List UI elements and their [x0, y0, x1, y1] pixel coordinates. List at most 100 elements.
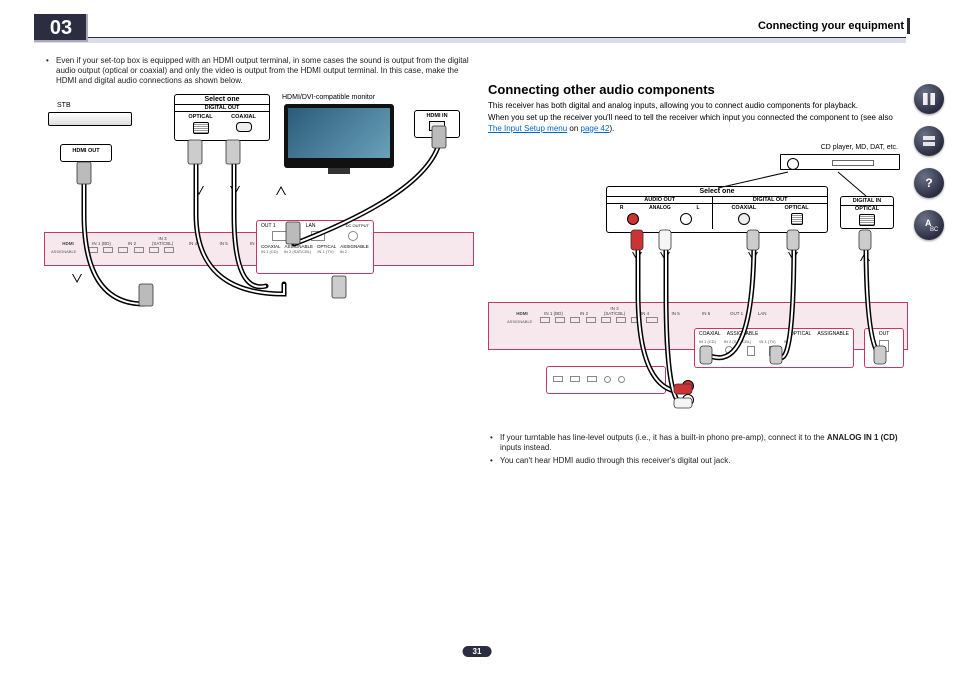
digital-in-callout: DIGITAL IN OPTICAL — [840, 196, 894, 229]
front-port-icon — [570, 376, 580, 382]
header-rule — [34, 37, 906, 43]
arrow-down-icon — [194, 186, 204, 195]
digital-out-label: DIGITAL OUT — [713, 197, 827, 204]
note-list: If your turntable has line-level outputs… — [488, 433, 908, 466]
r-label: R — [620, 205, 624, 211]
note-item: Even if your set-top box is equipped wit… — [56, 56, 474, 86]
zoom-sub-port: IN 2 — [784, 339, 791, 344]
stb-device — [48, 112, 132, 126]
section-title: Connecting your equipment — [758, 20, 904, 32]
svg-text:BC: BC — [930, 227, 938, 233]
arrow-down-icon — [788, 252, 798, 261]
cd-player-device — [780, 154, 900, 170]
zoom-sub-port: IN 1 (TV) — [317, 249, 333, 254]
panel-port-label: IN 2 — [118, 241, 146, 246]
optical-port-icon — [859, 214, 875, 226]
front-jack-icon — [618, 376, 625, 383]
glossary-icon[interactable]: ABC — [914, 210, 944, 240]
hdmi-in-label: HDMI IN — [415, 111, 459, 119]
stb-label: STB — [57, 102, 71, 109]
body-text: When you set up the receiver you'll need… — [488, 113, 908, 134]
book-icon[interactable] — [914, 84, 944, 114]
panel-port-label: IN 4 — [631, 311, 659, 316]
arrow-down-icon — [72, 274, 82, 283]
optical-port-icon — [791, 213, 803, 225]
hdmi-out-callout: HDMI OUT — [60, 144, 112, 162]
zoom-sub-port: IN 1 (TV) — [759, 339, 775, 344]
coaxial-port-icon — [738, 213, 750, 225]
receiver-panel-zoom: OUT 1 LAN DC OUTPUT COAXIAL ASSIGNABLE O… — [256, 220, 374, 274]
device-label: CD player, MD, DAT, etc. — [821, 144, 898, 151]
hdmi-in-port-icon — [429, 121, 445, 131]
front-port-icon — [587, 376, 597, 382]
digital-out-label: DIGITAL OUT — [175, 104, 269, 112]
zoom-sub-port: IN 2 (SAT/CBL) — [724, 339, 752, 344]
zoom-out-label: OUT — [865, 329, 903, 337]
hdmi-port-icon — [570, 317, 580, 323]
zoom-out1-label: OUT 1 — [261, 223, 276, 229]
panel-port-label: IN 3 (SAT/CBL) — [149, 236, 177, 246]
coaxial-port-icon — [236, 122, 252, 132]
opt-jack-icon — [747, 346, 755, 356]
note-text: inputs instead. — [500, 443, 552, 452]
optical-label: OPTICAL — [841, 206, 893, 212]
optical-port-icon — [193, 122, 209, 134]
receiver-out-zoom: OUT — [864, 328, 904, 368]
arrow-up-icon — [276, 186, 286, 195]
coax-jack-icon — [703, 346, 711, 354]
hdmi-port-icon — [540, 317, 550, 323]
note-item: If your turntable has line-level outputs… — [500, 433, 908, 453]
zoom-assignable-label: ASSIGNABLE — [817, 331, 849, 337]
device-icon[interactable] — [914, 126, 944, 156]
audio-out-label: AUDIO OUT — [607, 197, 712, 204]
zoom-lan-label: LAN — [306, 223, 316, 229]
coaxial-label: COAXIAL — [222, 114, 265, 120]
zoom-coaxial-label: COAXIAL — [699, 331, 721, 337]
sidebar-nav: ? ABC — [914, 84, 944, 240]
digital-in-label: DIGITAL IN — [841, 197, 893, 206]
receiver-panel-zoom: COAXIAL ASSIGNABLE OPTICAL ASSIGNABLE IN… — [694, 328, 854, 368]
body-text-span: on — [567, 124, 580, 133]
diagram-audio-component: CD player, MD, DAT, etc. Select one AUDI… — [488, 142, 908, 427]
svg-text:?: ? — [925, 176, 932, 190]
left-column: Even if your set-top box is equipped wit… — [44, 56, 474, 354]
hdmi-in-callout: HDMI IN — [414, 110, 460, 138]
monitor-label: HDMI/DVI-compatible monitor — [282, 94, 375, 101]
dc-port-icon — [348, 231, 358, 241]
note-item: You can't hear HDMI audio through this r… — [500, 456, 908, 466]
link-input-setup-menu[interactable]: The Input Setup menu — [488, 124, 567, 133]
zoom-sub-port: IN 2 (SAT/CBL) — [284, 249, 312, 254]
hdmi-port-icon — [586, 317, 596, 323]
front-port-icon — [553, 376, 563, 382]
hdmi-port-icon — [601, 317, 611, 323]
optical-label: OPTICAL — [179, 114, 222, 120]
heading-other-audio: Connecting other audio components — [488, 82, 908, 97]
receiver-front-zoom — [546, 366, 666, 394]
l-label: L — [697, 205, 700, 211]
panel-lan-label: LAN — [753, 311, 771, 316]
hdmi-port-icon — [555, 317, 565, 323]
panel-port-label: IN 2 — [570, 311, 598, 316]
select-one-callout: Select one AUDIO OUT R ANALOG L DIGITAL — [606, 186, 828, 233]
panel-port-label: OUT 1 — [723, 311, 751, 316]
panel-assignable-label: ASSIGNABLE — [51, 249, 85, 254]
panel-port-label: IN 6 — [692, 311, 720, 316]
opt-jack-icon — [769, 346, 777, 356]
monitor-device — [284, 104, 394, 168]
lan-port-icon — [311, 231, 325, 241]
link-page-42[interactable]: page 42 — [581, 124, 610, 133]
panel-port-label: IN 5 — [662, 311, 690, 316]
hdmi-port-icon — [616, 317, 626, 323]
help-icon[interactable]: ? — [914, 168, 944, 198]
panel-port-label: IN 5 — [210, 241, 238, 246]
hdmi-port-icon — [134, 247, 144, 253]
right-column: Connecting other audio components This r… — [488, 82, 908, 469]
panel-port-label: IN 3 (SAT/CBL) — [601, 306, 629, 316]
diagram-stb-hdmi: STB HDMI OUT Select one DIGITAL OUT OPTI… — [44, 94, 474, 354]
panel-port-label: IN 1 (BD) — [88, 241, 116, 246]
panel-hdmi-label: HDMI — [51, 241, 85, 246]
arrow-down-icon — [230, 186, 240, 195]
arrow-up-icon — [860, 252, 870, 261]
note-list: Even if your set-top box is equipped wit… — [44, 56, 474, 86]
panel-port-label: IN 4 — [179, 241, 207, 246]
